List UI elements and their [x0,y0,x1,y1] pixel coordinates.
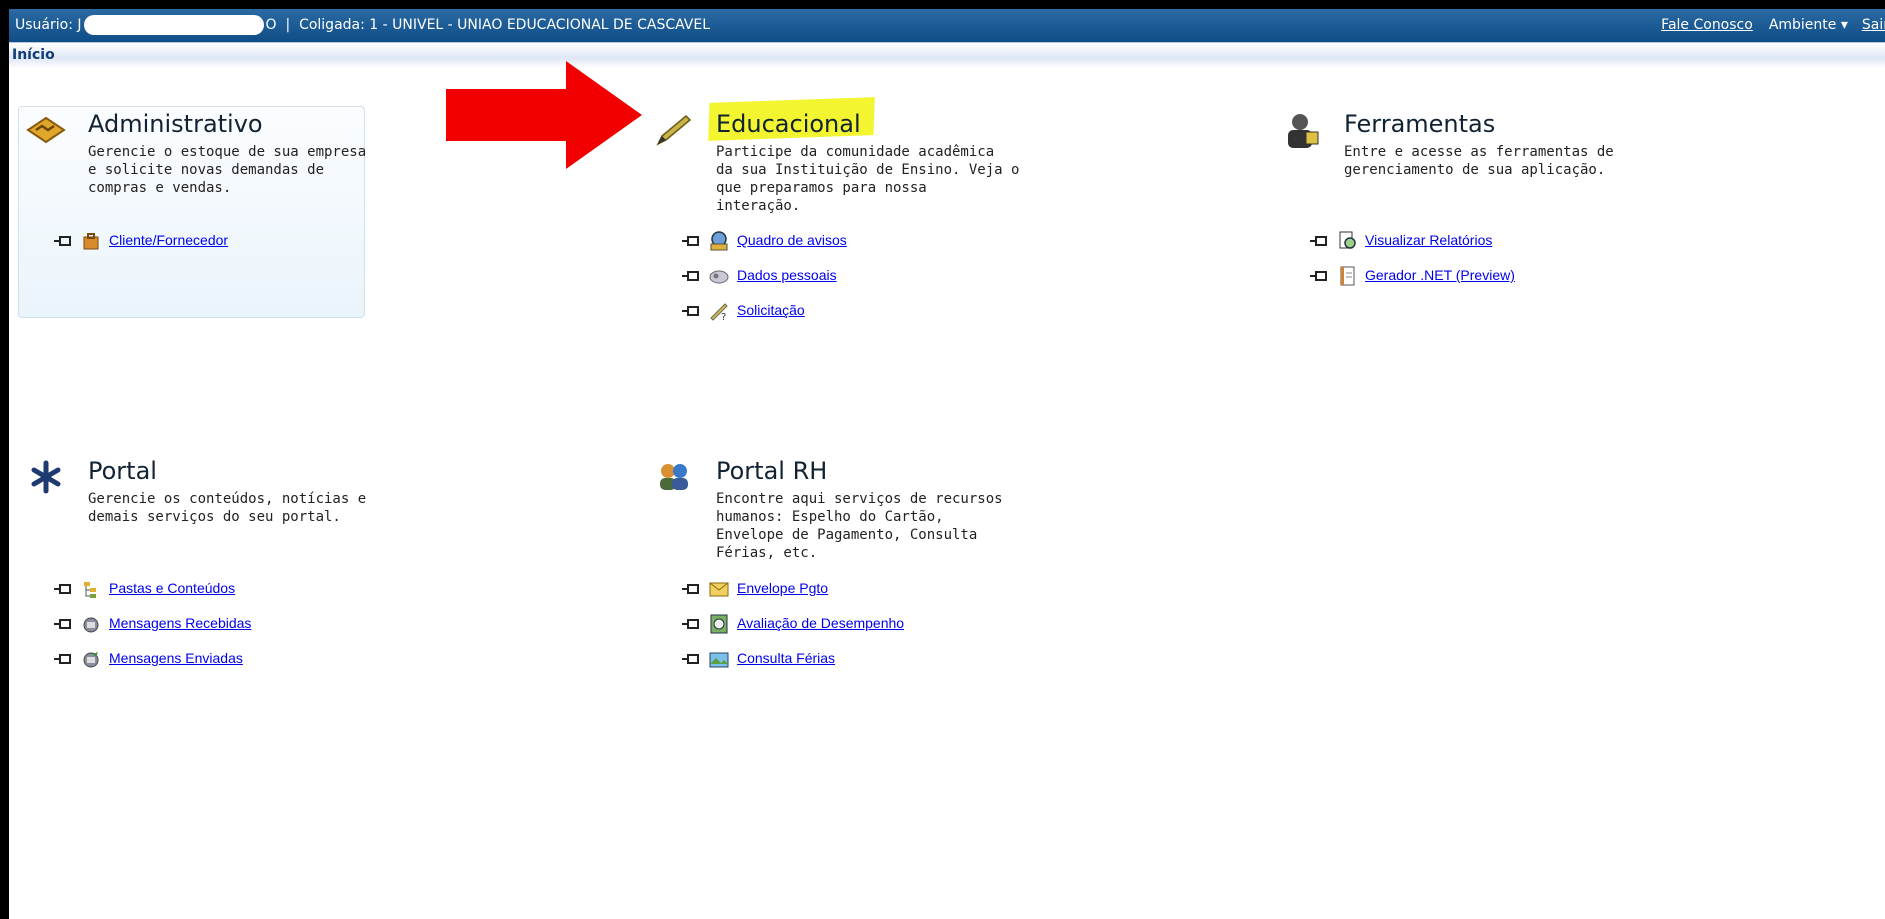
link-dados-pessoais[interactable]: Dados pessoais [737,267,837,283]
module-title: Portal [88,457,157,485]
pin-icon[interactable] [54,653,72,665]
notice-board-icon [710,231,728,251]
red-arrow-annotation [446,61,642,169]
pin-icon[interactable] [682,305,700,317]
module-title: Ferramentas [1344,110,1496,138]
user-label: Usuário: J [15,17,82,33]
asterisk-icon [31,460,61,494]
pin-icon[interactable] [682,235,700,247]
module-description: Entre e acesse as ferramentas de gerenci… [1344,144,1614,178]
pin-icon[interactable] [54,235,72,247]
module-description: Participe da comunidade acadêmica da sua… [716,144,1020,214]
link-mensagens-enviadas[interactable]: Mensagens Enviadas [109,650,243,666]
message-inbox-icon [83,617,99,633]
exit-link[interactable]: Sair [1862,17,1885,33]
breadcrumb: Início [9,42,1885,68]
link-consulta-ferias[interactable]: Consulta Férias [737,650,835,666]
module-title: Portal RH [716,457,828,485]
module-description: Encontre aqui serviços de recursos human… [716,491,1003,561]
link-avaliacao-desempenho[interactable]: Avaliação de Desempenho [737,615,904,631]
breadcrumb-home[interactable]: Início [12,47,55,63]
pin-icon[interactable] [1310,270,1328,282]
module-title: Educacional [716,110,861,138]
top-bar: Usuário: J O | Coligada: 1 - UNIVEL - UNI… [9,9,1885,42]
link-cliente-fornecedor[interactable]: Cliente/Fornecedor [109,232,228,248]
pin-icon[interactable] [682,618,700,630]
user-info: Usuário: J O | Coligada: 1 - UNIVEL - UNI… [15,9,710,42]
redaction-mask [83,15,264,35]
message-sent-icon [83,652,99,668]
coligada-label: Coligada: 1 - UNIVEL - UNIAO EDUCACIONAL… [299,17,711,33]
link-visualizar-relatorios[interactable]: Visualizar Relatórios [1365,232,1492,248]
link-envelope-pgto[interactable]: Envelope Pgto [737,580,828,596]
link-quadro-de-avisos[interactable]: Quadro de avisos [737,232,847,248]
contact-link[interactable]: Fale Conosco [1661,17,1753,33]
pin-icon[interactable] [682,583,700,595]
document-generator-icon [1340,266,1355,286]
people-icon [660,464,688,490]
evaluation-icon [710,614,728,634]
report-magnifier-icon [1339,231,1356,249]
top-actions: Fale Conosco Ambiente ▾ Sair [1661,9,1885,42]
link-solicitacao[interactable]: Solicitação [737,302,805,318]
pin-icon[interactable] [682,653,700,665]
folder-tree-icon [84,582,96,598]
pencil-icon [656,114,692,146]
environment-menu[interactable]: Ambiente ▾ [1769,17,1848,33]
separator: | [285,17,291,33]
briefcase-icon [83,233,99,250]
pin-icon[interactable] [1310,235,1328,247]
link-mensagens-recebidas[interactable]: Mensagens Recebidas [109,615,251,631]
svg-text:?: ? [721,312,726,322]
request-pen-icon: ? [710,303,728,322]
link-gerador-net[interactable]: Gerador .NET (Preview) [1365,267,1515,283]
app-window: Usuário: J O | Coligada: 1 - UNIVEL - UNI… [9,9,1885,919]
pin-icon[interactable] [54,618,72,630]
module-description: Gerencie o estoque de sua empresa e soli… [88,144,367,196]
user-suffix: O [265,17,277,33]
vacation-icon [709,652,729,668]
module-title: Administrativo [88,110,263,138]
link-pastas-conteudos[interactable]: Pastas e Conteúdos [109,580,235,596]
module-description: Gerencie os conteúdos, notícias e demais… [88,491,367,525]
handshake-icon [26,116,66,144]
pin-icon[interactable] [682,270,700,282]
tools-user-icon [1288,114,1319,148]
envelope-icon [709,582,729,597]
personal-data-icon [709,270,729,284]
pin-icon[interactable] [54,583,72,595]
